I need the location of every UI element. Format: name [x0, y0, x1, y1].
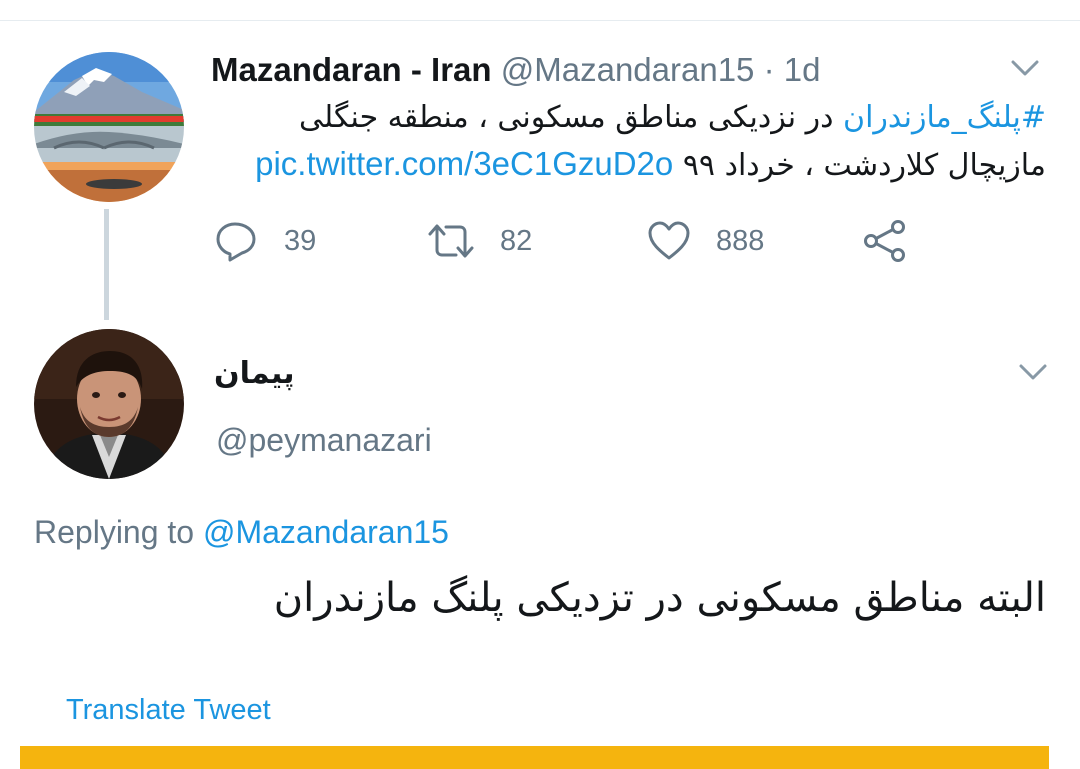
tweet2-body-text: البته مناطق مسکونی در تزدیکی پلنگ مازندر…	[273, 575, 1046, 621]
bottom-banner-strip	[20, 746, 1049, 769]
tweet1-time[interactable]: 1d	[784, 51, 821, 88]
tweet1-line2-text: مازیچال کلاردشت ، خرداد ۹۹	[673, 148, 1046, 183]
person-avatar-icon	[34, 329, 184, 479]
chevron-down-icon[interactable]	[1018, 362, 1048, 382]
tweet-thread-screen: Mazandaran - Iran @Mazandaran15 · 1d #پل…	[0, 0, 1080, 769]
thread-connector-line	[104, 209, 109, 320]
retweet-icon	[428, 224, 474, 258]
mountain-landscape-icon	[34, 52, 184, 202]
avatar-peyman[interactable]	[34, 329, 184, 479]
replying-to-line: Replying to @Mazandaran15	[34, 512, 449, 552]
tweet1-handle[interactable]: @Mazandaran15	[501, 51, 755, 88]
like-button[interactable]: 888	[646, 218, 764, 264]
tweet1-separator: ·	[763, 51, 775, 88]
chevron-down-icon[interactable]	[1010, 58, 1040, 78]
retweet-button[interactable]: 82	[426, 218, 532, 264]
tweet1-text-line1: #پلنگ_مازندران در نزدیکی مناطق مسکونی ، …	[299, 96, 1046, 140]
replying-to-label: Replying to	[34, 514, 203, 550]
translate-tweet-button[interactable]: Translate Tweet	[66, 692, 271, 728]
tweet2-handle[interactable]: @peymanazari	[216, 420, 432, 460]
reply-icon	[216, 222, 256, 262]
tweet2-author-name[interactable]: پیمان	[214, 352, 295, 396]
share-icon	[864, 220, 905, 262]
tweet1-hashtag[interactable]: #پلنگ_مازندران	[843, 100, 1046, 135]
tweet1-header: Mazandaran - Iran @Mazandaran15 · 1d	[211, 50, 820, 90]
reply-count: 39	[284, 224, 317, 257]
tweet1-text-line2: مازیچال کلاردشت ، خرداد ۹۹ pic.twitter.c…	[255, 142, 1046, 188]
tweet1-pic-link[interactable]: pic.twitter.com/3eC1GzuD2o	[255, 145, 673, 182]
replying-to-handle[interactable]: @Mazandaran15	[203, 514, 449, 550]
avatar-mazandaran[interactable]	[34, 52, 184, 202]
retweet-count: 82	[500, 224, 533, 257]
tweet1-line1-rest: در نزدیکی مناطق مسکونی ، منطقه جنگلی	[299, 100, 844, 135]
reply-button[interactable]: 39	[214, 218, 316, 264]
tweet1-author-name[interactable]: Mazandaran - Iran	[211, 51, 492, 88]
heart-icon	[648, 221, 690, 260]
like-count: 888	[716, 224, 765, 257]
share-button[interactable]	[862, 218, 908, 264]
top-divider	[0, 20, 1080, 21]
